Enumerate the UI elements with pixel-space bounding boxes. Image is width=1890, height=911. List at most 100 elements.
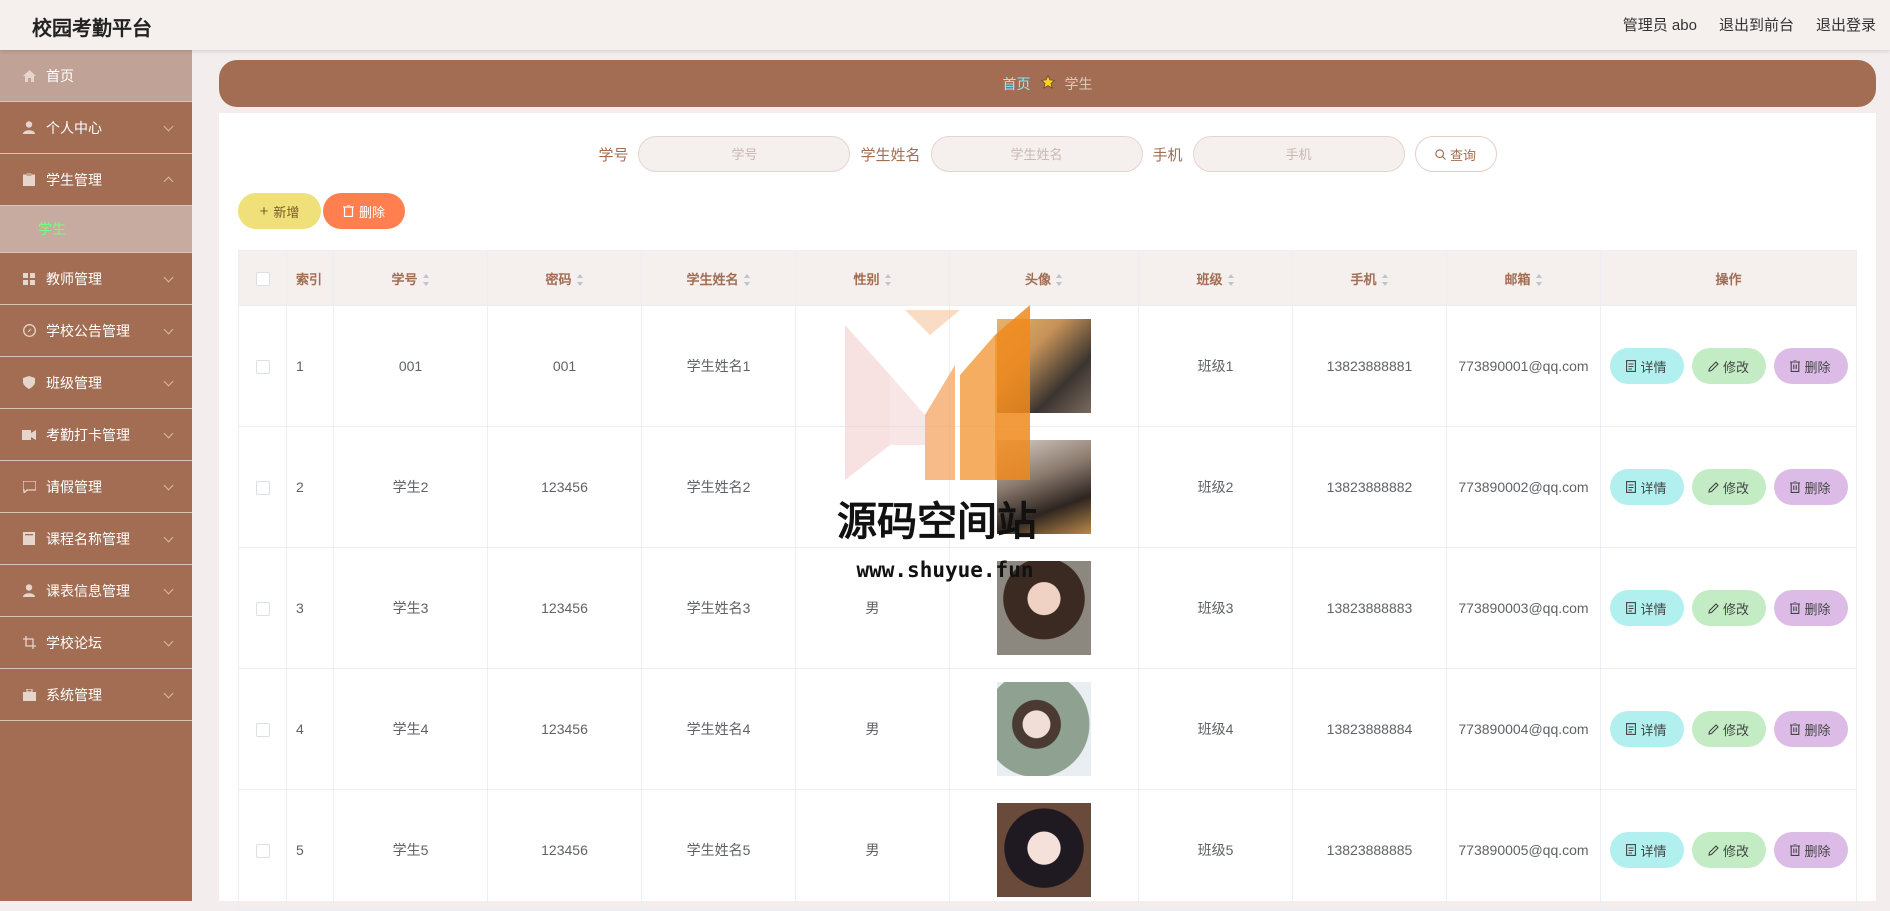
chevron-down-icon bbox=[163, 428, 174, 439]
sidebar-item-class-mgmt[interactable]: 班级管理 bbox=[0, 357, 192, 409]
delete-label: 删除 bbox=[1804, 843, 1831, 859]
clipboard-icon bbox=[22, 173, 36, 187]
col-avatar[interactable]: 头像 bbox=[949, 250, 1139, 306]
sidebar-item-label: 系统管理 bbox=[46, 686, 102, 703]
edit-label: 修改 bbox=[1722, 480, 1749, 496]
breadcrumb-home[interactable]: 首页 bbox=[1003, 74, 1031, 94]
sidebar-item-forum[interactable]: 学校论坛 bbox=[0, 617, 192, 669]
delete-button[interactable]: 删除 bbox=[1773, 348, 1848, 384]
col-class[interactable]: 班级 bbox=[1138, 250, 1293, 306]
document-icon bbox=[1626, 723, 1637, 735]
row-select-cell[interactable] bbox=[238, 426, 287, 548]
sidebar-item-student-mgmt[interactable]: 学生管理 bbox=[0, 154, 192, 206]
row-select-cell[interactable] bbox=[238, 668, 287, 790]
edit-label: 修改 bbox=[1722, 722, 1749, 738]
select-all-checkbox[interactable] bbox=[255, 271, 270, 286]
delete-button[interactable]: 删除 bbox=[1773, 832, 1848, 868]
sidebar-item-label: 个人中心 bbox=[46, 119, 102, 136]
cell-student-id: 学生5 bbox=[333, 789, 488, 911]
sidebar-subitem-student[interactable]: 学生 bbox=[0, 206, 192, 253]
table-header-row: 索引 学号 密码 学生姓名 性别 头像 班级 手机 邮箱 操作 bbox=[238, 250, 1857, 306]
exit-to-front-link[interactable]: 退出到前台 bbox=[1719, 14, 1794, 35]
sidebar-item-personal[interactable]: 个人中心 bbox=[0, 102, 192, 154]
shield-icon bbox=[22, 376, 36, 390]
sidebar-item-system-mgmt[interactable]: 系统管理 bbox=[0, 669, 192, 721]
sidebar-item-teacher-mgmt[interactable]: 教师管理 bbox=[0, 253, 192, 305]
add-button[interactable]: + 新增 bbox=[238, 193, 321, 229]
row-select-cell[interactable] bbox=[238, 547, 287, 669]
row-select-cell[interactable] bbox=[238, 789, 287, 911]
cell-avatar bbox=[949, 668, 1139, 790]
row-checkbox[interactable] bbox=[255, 360, 270, 375]
edit-button[interactable]: 修改 bbox=[1691, 590, 1766, 626]
student-name-input[interactable] bbox=[930, 136, 1143, 172]
sort-icon[interactable] bbox=[1381, 274, 1389, 287]
edit-button[interactable]: 修改 bbox=[1691, 711, 1766, 747]
delete-button-label: 删除 bbox=[358, 204, 385, 220]
row-checkbox[interactable] bbox=[255, 481, 270, 496]
delete-button[interactable]: 删除 bbox=[1773, 711, 1848, 747]
sidebar-item-label: 请假管理 bbox=[46, 478, 102, 495]
query-button[interactable]: 查询 bbox=[1414, 136, 1497, 172]
sort-icon[interactable] bbox=[422, 274, 430, 287]
sidebar-item-attendance-mgmt[interactable]: 考勤打卡管理 bbox=[0, 409, 192, 461]
sidebar-item-label: 学校论坛 bbox=[46, 634, 102, 651]
detail-button[interactable]: 详情 bbox=[1609, 348, 1684, 384]
cell-email: 773890003@qq.com bbox=[1446, 547, 1601, 669]
chevron-down-icon bbox=[163, 532, 174, 543]
sort-icon[interactable] bbox=[1227, 274, 1235, 287]
col-email[interactable]: 邮箱 bbox=[1446, 250, 1601, 306]
sidebar-item-label: 课表信息管理 bbox=[46, 582, 130, 599]
detail-label: 详情 bbox=[1640, 722, 1667, 738]
cell-student-name: 学生姓名3 bbox=[641, 547, 796, 669]
sidebar-item-home[interactable]: 首页 bbox=[0, 50, 192, 102]
sidebar-item-leave-mgmt[interactable]: 请假管理 bbox=[0, 461, 192, 513]
avatar bbox=[997, 682, 1091, 776]
cell-avatar bbox=[949, 789, 1139, 911]
sidebar-item-schedule-mgmt[interactable]: 课表信息管理 bbox=[0, 565, 192, 617]
sort-icon[interactable] bbox=[884, 274, 892, 287]
cell-avatar bbox=[949, 305, 1139, 427]
col-student-name[interactable]: 学生姓名 bbox=[641, 250, 796, 306]
table-row: 2 学生2 123456 学生姓名2 班级2 13823888882 773890002@q… bbox=[238, 426, 1857, 548]
col-student-id[interactable]: 学号 bbox=[333, 250, 488, 306]
detail-button[interactable]: 详情 bbox=[1609, 590, 1684, 626]
cell-student-name: 学生姓名1 bbox=[641, 305, 796, 427]
phone-input[interactable] bbox=[1192, 136, 1405, 172]
student-id-input[interactable] bbox=[638, 136, 851, 172]
row-select-cell[interactable] bbox=[238, 305, 287, 427]
detail-button[interactable]: 详情 bbox=[1609, 711, 1684, 747]
cell-student-id: 学生3 bbox=[333, 547, 488, 669]
edit-button[interactable]: 修改 bbox=[1691, 832, 1766, 868]
logout-link[interactable]: 退出登录 bbox=[1816, 14, 1876, 35]
batch-delete-button[interactable]: 删除 bbox=[323, 193, 405, 229]
chevron-down-icon bbox=[163, 324, 174, 335]
sidebar-item-notice-mgmt[interactable]: 学校公告管理 bbox=[0, 305, 192, 357]
cell-password: 123456 bbox=[487, 789, 642, 911]
sort-icon[interactable] bbox=[743, 274, 751, 287]
detail-button[interactable]: 详情 bbox=[1609, 469, 1684, 505]
detail-button[interactable]: 详情 bbox=[1609, 832, 1684, 868]
sidebar-item-label: 课程名称管理 bbox=[46, 530, 130, 547]
select-all-cell[interactable] bbox=[238, 250, 287, 306]
edit-button[interactable]: 修改 bbox=[1691, 469, 1766, 505]
trash-icon bbox=[1790, 481, 1801, 493]
sort-icon[interactable] bbox=[1056, 274, 1063, 287]
col-password[interactable]: 密码 bbox=[487, 250, 642, 306]
cell-index: 2 bbox=[286, 426, 334, 548]
col-gender[interactable]: 性别 bbox=[795, 250, 950, 306]
main-panel: 学号 学生姓名 手机 查询 + 新增 删除 索引 学号 密码 学生姓名 bbox=[219, 113, 1876, 911]
edit-button[interactable]: 修改 bbox=[1691, 348, 1766, 384]
row-checkbox[interactable] bbox=[255, 723, 270, 738]
chevron-down-icon bbox=[163, 584, 174, 595]
col-phone[interactable]: 手机 bbox=[1292, 250, 1447, 306]
delete-button[interactable]: 删除 bbox=[1773, 590, 1848, 626]
row-checkbox[interactable] bbox=[255, 844, 270, 859]
search-icon bbox=[1435, 148, 1446, 160]
sidebar-item-course-mgmt[interactable]: 课程名称管理 bbox=[0, 513, 192, 565]
row-checkbox[interactable] bbox=[255, 602, 270, 617]
sort-icon[interactable] bbox=[576, 274, 584, 287]
sort-icon[interactable] bbox=[1535, 274, 1543, 287]
cell-class: 班级2 bbox=[1138, 426, 1293, 548]
delete-button[interactable]: 删除 bbox=[1773, 469, 1848, 505]
